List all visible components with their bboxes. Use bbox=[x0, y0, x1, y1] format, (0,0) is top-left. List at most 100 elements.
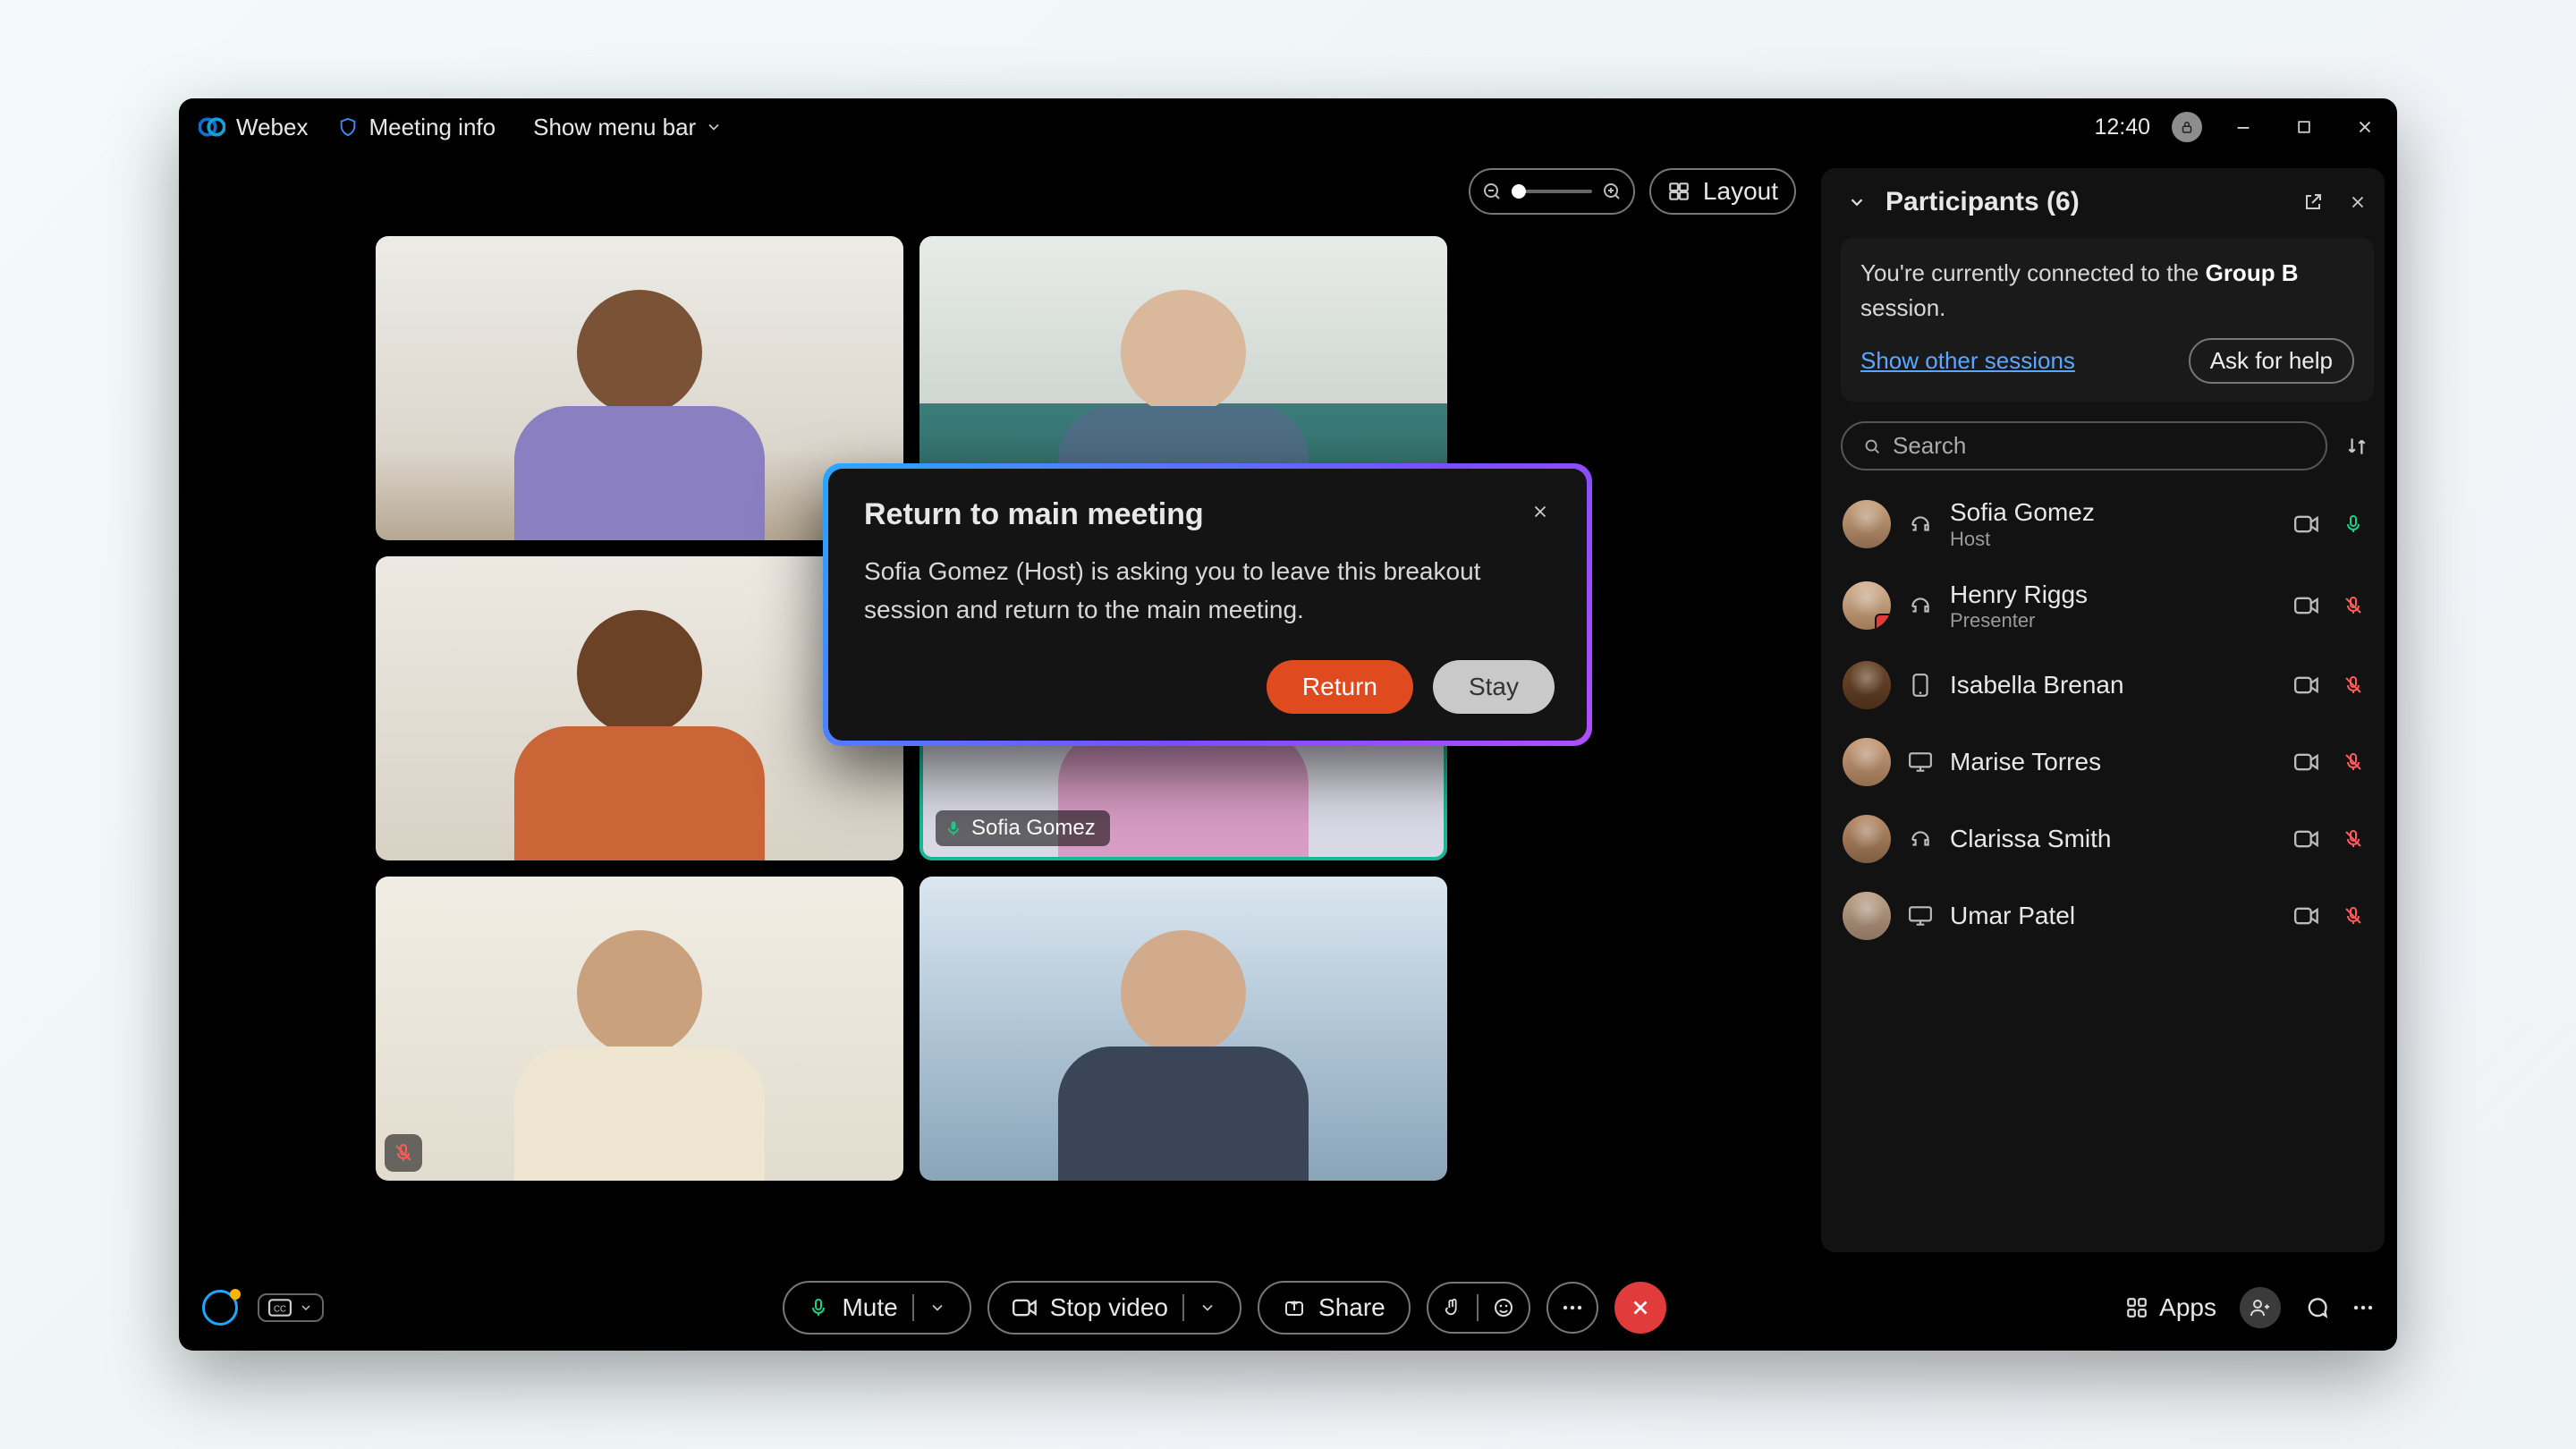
clock: 12:40 bbox=[2094, 114, 2150, 140]
mic-status-icon[interactable] bbox=[2338, 904, 2368, 928]
chevron-down-icon[interactable] bbox=[1199, 1299, 1216, 1317]
ask-for-help-button[interactable]: Ask for help bbox=[2189, 338, 2354, 384]
captions-button[interactable]: CC bbox=[258, 1293, 324, 1322]
layout-icon bbox=[1667, 180, 1690, 203]
layout-button[interactable]: Layout bbox=[1649, 168, 1796, 215]
apps-label: Apps bbox=[2159, 1293, 2216, 1322]
stop-video-label: Stop video bbox=[1050, 1293, 1168, 1322]
participant-name: Marise Torres bbox=[1950, 747, 2101, 777]
stop-video-button[interactable]: Stop video bbox=[987, 1281, 1241, 1335]
avatar bbox=[1843, 661, 1891, 709]
participant-row[interactable]: Henry RiggsPresenter bbox=[1841, 565, 2374, 648]
shield-icon bbox=[338, 116, 360, 138]
share-label: Share bbox=[1318, 1293, 1385, 1322]
chevron-down-icon[interactable] bbox=[928, 1299, 946, 1317]
window-close-button[interactable] bbox=[2345, 107, 2385, 147]
camera-status-icon[interactable] bbox=[2292, 752, 2322, 772]
presenter-badge-icon bbox=[1875, 614, 1891, 630]
window-maximize-button[interactable] bbox=[2284, 107, 2324, 147]
bottom-bar: CC Mute Stop video Share bbox=[179, 1265, 2397, 1351]
video-tile[interactable] bbox=[919, 877, 1447, 1181]
panel-more-button[interactable] bbox=[2352, 1304, 2374, 1311]
zoom-in-icon[interactable] bbox=[1601, 181, 1623, 202]
participant-role: Host bbox=[1950, 528, 2095, 551]
meeting-info-button[interactable]: Meeting info bbox=[338, 114, 496, 141]
leave-meeting-button[interactable] bbox=[1614, 1282, 1666, 1334]
share-button[interactable]: Share bbox=[1258, 1281, 1411, 1335]
mic-on-icon bbox=[945, 818, 962, 838]
participant-info: Marise Torres bbox=[1950, 747, 2101, 777]
participant-row[interactable]: Marise Torres bbox=[1841, 724, 2374, 801]
avatar bbox=[1843, 500, 1891, 548]
chat-toggle-button[interactable] bbox=[2304, 1295, 2329, 1320]
participant-row[interactable]: Umar Patel bbox=[1841, 877, 2374, 954]
raise-hand-icon bbox=[1443, 1296, 1462, 1319]
camera-status-icon[interactable] bbox=[2292, 596, 2322, 615]
window-minimize-button[interactable] bbox=[2224, 107, 2263, 147]
app-window: Webex Meeting info Show menu bar 12:40 bbox=[179, 98, 2397, 1351]
apps-icon bbox=[2125, 1296, 2148, 1319]
participant-row[interactable]: Sofia GomezHost bbox=[1841, 483, 2374, 565]
emoji-icon bbox=[1493, 1297, 1514, 1318]
modal-stay-button[interactable]: Stay bbox=[1433, 660, 1555, 714]
headset-icon bbox=[1907, 594, 1934, 617]
mic-muted-badge bbox=[385, 1134, 422, 1172]
popout-icon[interactable] bbox=[2297, 186, 2329, 218]
mic-status-icon[interactable] bbox=[2338, 827, 2368, 851]
avatar bbox=[1843, 815, 1891, 863]
participant-name: Isabella Brenan bbox=[1950, 670, 2124, 700]
headset-icon bbox=[1907, 827, 1934, 851]
more-options-button[interactable] bbox=[1546, 1282, 1598, 1334]
modal-close-button[interactable] bbox=[1526, 497, 1555, 526]
mute-button[interactable]: Mute bbox=[783, 1281, 970, 1335]
zoom-control[interactable] bbox=[1469, 168, 1635, 215]
avatar bbox=[1843, 738, 1891, 786]
show-menubar-button[interactable]: Show menu bar bbox=[533, 114, 723, 141]
share-icon bbox=[1283, 1297, 1306, 1318]
mic-status-icon[interactable] bbox=[2338, 513, 2368, 536]
cc-icon: CC bbox=[268, 1299, 292, 1317]
camera-status-icon[interactable] bbox=[2292, 514, 2322, 534]
participant-info: Sofia GomezHost bbox=[1950, 497, 2095, 551]
camera-status-icon[interactable] bbox=[2292, 906, 2322, 926]
show-other-sessions-link[interactable]: Show other sessions bbox=[1860, 343, 2075, 378]
participant-role: Presenter bbox=[1950, 609, 2088, 632]
camera-status-icon[interactable] bbox=[2292, 829, 2322, 849]
search-placeholder: Search bbox=[1893, 432, 1966, 460]
mic-icon bbox=[808, 1296, 829, 1319]
session-notice: You're currently connected to the Group … bbox=[1841, 238, 2374, 402]
reactions-button[interactable] bbox=[1427, 1282, 1530, 1334]
sort-participants-button[interactable] bbox=[2340, 429, 2374, 463]
brand: Webex bbox=[199, 114, 308, 141]
stage-toolbar: Layout bbox=[1469, 168, 1796, 215]
close-panel-button[interactable] bbox=[2342, 186, 2374, 218]
video-tile[interactable] bbox=[376, 877, 903, 1181]
lock-icon[interactable] bbox=[2172, 112, 2202, 142]
participants-toggle-button[interactable] bbox=[2240, 1287, 2281, 1328]
collapse-panel-button[interactable] bbox=[1841, 186, 1873, 218]
modal-return-button[interactable]: Return bbox=[1267, 660, 1413, 714]
zoom-out-icon[interactable] bbox=[1481, 181, 1503, 202]
mobile-icon bbox=[1907, 673, 1934, 698]
participant-name: Henry Riggs bbox=[1950, 580, 2088, 610]
assistant-icon[interactable] bbox=[202, 1290, 238, 1326]
participant-row[interactable]: Clarissa Smith bbox=[1841, 801, 2374, 877]
modal-body: Sofia Gomez (Host) is asking you to leav… bbox=[864, 552, 1555, 630]
zoom-slider[interactable] bbox=[1512, 190, 1592, 193]
participant-row[interactable]: Isabella Brenan bbox=[1841, 647, 2374, 724]
participants-panel: Participants (6) You're currently connec… bbox=[1821, 168, 2385, 1252]
desktop-icon bbox=[1907, 751, 1934, 773]
mic-status-icon[interactable] bbox=[2338, 594, 2368, 617]
participant-info: Clarissa Smith bbox=[1950, 824, 2111, 854]
participant-search-input[interactable]: Search bbox=[1841, 421, 2327, 470]
participant-name: Sofia Gomez bbox=[1950, 497, 2095, 528]
mic-status-icon[interactable] bbox=[2338, 674, 2368, 697]
camera-status-icon[interactable] bbox=[2292, 675, 2322, 695]
chevron-down-icon bbox=[705, 118, 723, 136]
avatar bbox=[1843, 892, 1891, 940]
participant-info: Henry RiggsPresenter bbox=[1950, 580, 2088, 633]
apps-button[interactable]: Apps bbox=[2125, 1293, 2216, 1322]
speaker-name-badge: Sofia Gomez bbox=[936, 810, 1110, 846]
mic-status-icon[interactable] bbox=[2338, 750, 2368, 774]
webex-logo-icon bbox=[199, 114, 225, 140]
